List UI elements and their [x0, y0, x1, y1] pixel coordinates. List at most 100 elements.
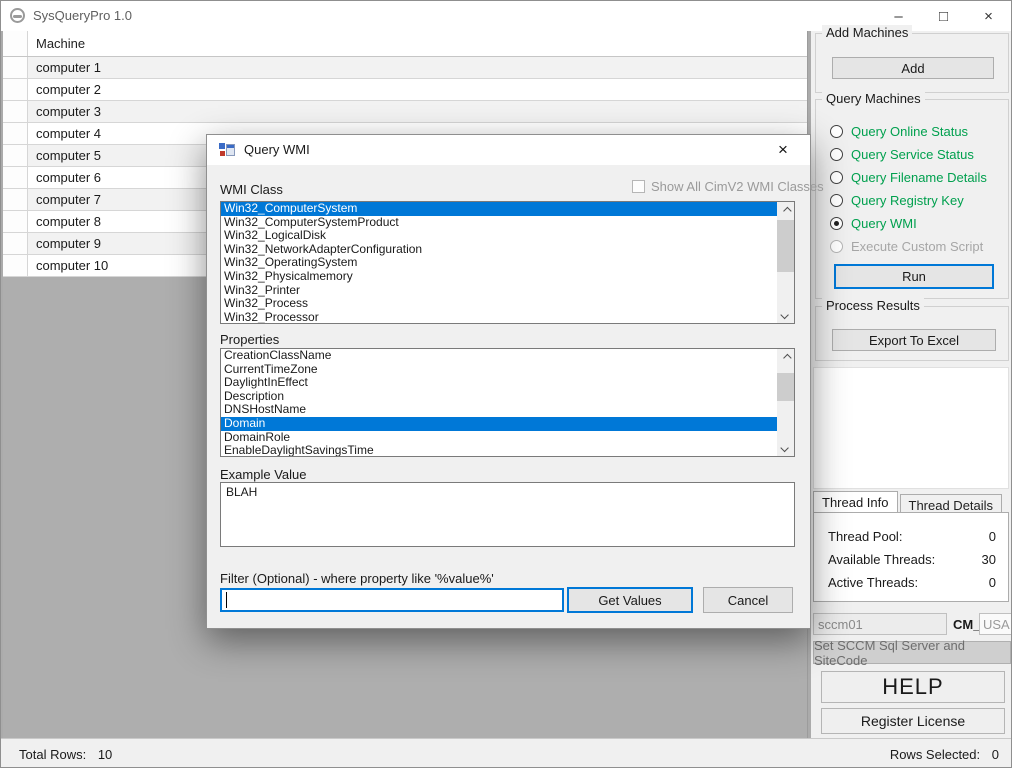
machine-column-header[interactable]: Machine — [28, 31, 807, 56]
row-header-cell[interactable] — [3, 57, 28, 78]
wmi-class-items: Win32_ComputerSystemWin32_ComputerSystem… — [221, 202, 777, 323]
wmi-class-item[interactable]: Win32_ComputerSystemProduct — [221, 216, 777, 230]
text-caret — [226, 592, 227, 608]
table-row[interactable]: computer 3 — [3, 101, 807, 123]
query-type-radio[interactable]: Query WMI — [830, 212, 1002, 235]
thread-stat-row: Thread Pool: 0 — [814, 525, 1008, 548]
query-type-radio[interactable]: Execute Custom Script — [830, 235, 1002, 258]
window-title: SysQueryPro 1.0 — [33, 8, 132, 23]
property-item[interactable]: Description — [221, 390, 777, 404]
radio-label: Execute Custom Script — [851, 239, 983, 254]
wmi-class-item[interactable]: Win32_NetworkAdapterConfiguration — [221, 243, 777, 257]
get-values-button[interactable]: Get Values — [567, 587, 693, 613]
checkbox-icon[interactable] — [632, 180, 645, 193]
row-header-cell[interactable] — [3, 145, 28, 166]
add-button[interactable]: Add — [832, 57, 994, 79]
set-sccm-button[interactable]: Set SCCM Sql Server and SiteCode — [813, 641, 1011, 664]
wmi-class-item[interactable]: Win32_Process — [221, 297, 777, 311]
tab-thread-info[interactable]: Thread Info — [813, 491, 898, 512]
thread-stat-value: 0 — [989, 529, 996, 544]
example-value-box[interactable]: BLAH — [220, 482, 795, 547]
grid-corner-cell[interactable] — [3, 31, 28, 56]
thread-stat-row: Active Threads: 0 — [814, 571, 1008, 594]
sccm-server-input[interactable] — [813, 613, 947, 635]
sccm-config-row: CM_ — [813, 613, 1011, 635]
run-button[interactable]: Run — [834, 264, 994, 289]
scrollbar-thumb[interactable] — [777, 373, 794, 401]
help-button[interactable]: HELP — [821, 671, 1005, 703]
wmi-class-item[interactable]: Win32_Physicalmemory — [221, 270, 777, 284]
app-icon — [10, 8, 25, 23]
wmi-class-listbox: Win32_ComputerSystemWin32_ComputerSystem… — [220, 201, 795, 324]
properties-listbox: CreationClassNameCurrentTimeZoneDaylight… — [220, 348, 795, 457]
query-type-radios: Query Online Status Query Service Status… — [830, 120, 1002, 258]
radio-icon — [830, 240, 843, 253]
table-row[interactable]: computer 2 — [3, 79, 807, 101]
wmi-class-item[interactable]: Win32_Printer — [221, 284, 777, 298]
thread-stat-label: Thread Pool: — [828, 529, 902, 544]
vertical-scrollbar[interactable] — [777, 349, 794, 456]
scroll-down-icon[interactable] — [777, 306, 794, 323]
checkbox-label: Show All CimV2 WMI Classes — [651, 179, 824, 194]
right-panel: Add Machines Add Query Machines Query On… — [811, 31, 1012, 738]
register-license-button[interactable]: Register License — [821, 708, 1005, 734]
row-header-cell[interactable] — [3, 123, 28, 144]
properties-items: CreationClassNameCurrentTimeZoneDaylight… — [221, 349, 777, 456]
row-header-cell[interactable] — [3, 101, 28, 122]
row-header-cell[interactable] — [3, 211, 28, 232]
radio-label: Query Registry Key — [851, 193, 964, 208]
wmi-class-item[interactable]: Win32_ComputerSystem — [221, 202, 777, 216]
query-type-radio[interactable]: Query Online Status — [830, 120, 1002, 143]
wmi-class-item[interactable]: Win32_Processor — [221, 311, 777, 324]
table-row[interactable]: computer 1 — [3, 57, 807, 79]
row-header-cell[interactable] — [3, 189, 28, 210]
export-to-excel-button[interactable]: Export To Excel — [832, 329, 996, 351]
cancel-button[interactable]: Cancel — [703, 587, 793, 613]
scroll-up-icon[interactable] — [777, 349, 794, 366]
scrollbar-thumb[interactable] — [777, 220, 794, 272]
tab-thread-details[interactable]: Thread Details — [900, 494, 1003, 512]
dialog-close-icon[interactable]: × — [764, 135, 802, 165]
property-item[interactable]: CreationClassName — [221, 349, 777, 363]
query-machines-title: Query Machines — [822, 91, 925, 106]
property-item[interactable]: DomainRole — [221, 431, 777, 445]
dialog-title: Query WMI — [244, 142, 310, 157]
process-results-title: Process Results — [822, 298, 924, 313]
machine-cell[interactable]: computer 2 — [28, 79, 807, 100]
machine-cell[interactable]: computer 3 — [28, 101, 807, 122]
thread-stat-label: Available Threads: — [828, 552, 935, 567]
property-item[interactable]: EnableDaylightSavingsTime — [221, 444, 777, 457]
vertical-scrollbar[interactable] — [777, 202, 794, 323]
property-item[interactable]: DNSHostName — [221, 403, 777, 417]
filter-input[interactable] — [220, 588, 564, 612]
machine-cell[interactable]: computer 1 — [28, 57, 807, 78]
property-item[interactable]: DaylightInEffect — [221, 376, 777, 390]
scroll-up-icon[interactable] — [777, 202, 794, 219]
row-header-cell[interactable] — [3, 255, 28, 276]
radio-icon — [830, 217, 843, 230]
query-type-radio[interactable]: Query Registry Key — [830, 189, 1002, 212]
thread-stat-value: 0 — [989, 575, 996, 590]
maximize-icon[interactable]: □ — [921, 1, 966, 31]
property-item[interactable]: CurrentTimeZone — [221, 363, 777, 377]
dialog-titlebar: Query WMI × — [207, 135, 810, 165]
query-type-radio[interactable]: Query Service Status — [830, 143, 1002, 166]
row-header-cell[interactable] — [3, 167, 28, 188]
show-all-checkbox-row[interactable]: Show All CimV2 WMI Classes — [632, 179, 824, 194]
close-icon[interactable]: × — [966, 1, 1011, 31]
wmi-class-item[interactable]: Win32_LogicalDisk — [221, 229, 777, 243]
row-header-cell[interactable] — [3, 79, 28, 100]
property-item[interactable]: Domain — [221, 417, 777, 431]
total-rows-label: Total Rows: — [19, 747, 86, 762]
radio-icon — [830, 148, 843, 161]
sitecode-input[interactable] — [979, 613, 1012, 635]
wmi-class-item[interactable]: Win32_OperatingSystem — [221, 256, 777, 270]
cm-prefix-label: CM_ — [953, 617, 980, 632]
total-rows-status: Total Rows: 10 — [19, 747, 112, 762]
add-machines-group: Add Machines Add — [815, 33, 1009, 93]
row-header-cell[interactable] — [3, 233, 28, 254]
query-type-radio[interactable]: Query Filename Details — [830, 166, 1002, 189]
scroll-down-icon[interactable] — [777, 439, 794, 456]
results-panel — [813, 367, 1009, 489]
example-value-label: Example Value — [220, 467, 306, 482]
